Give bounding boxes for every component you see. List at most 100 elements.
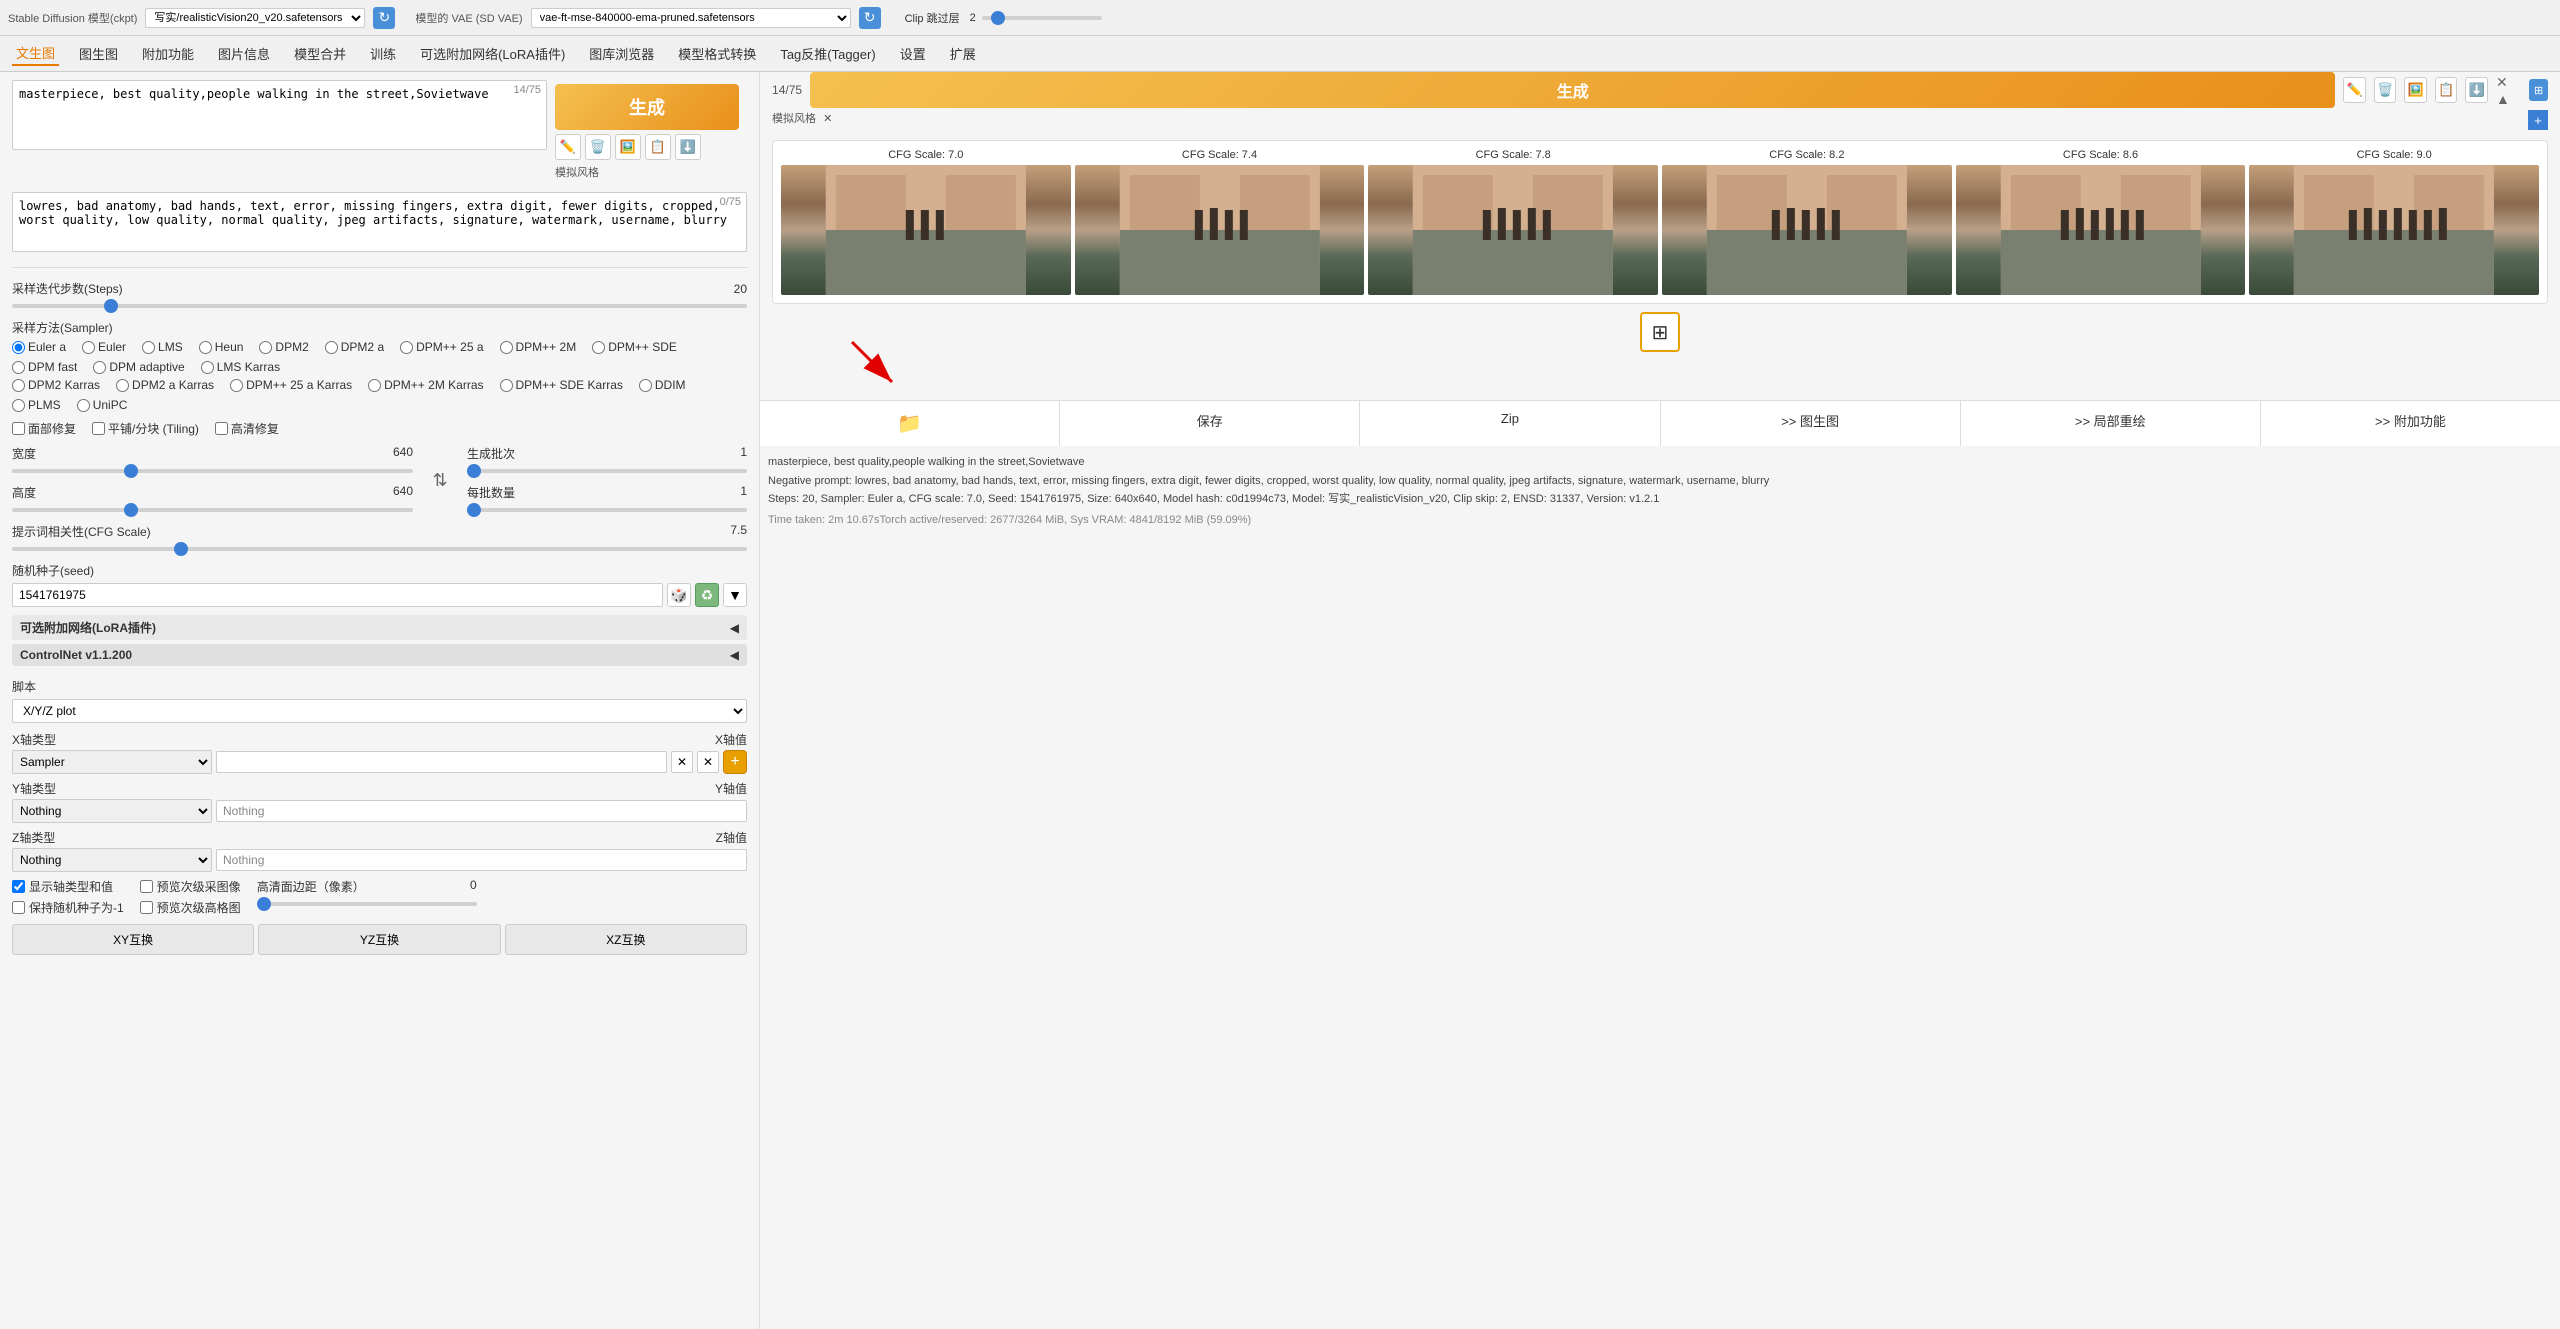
seed-extra-btn[interactable]: ♻ (695, 583, 719, 607)
sampler-dpm2m[interactable]: DPM++ 2M (500, 340, 577, 354)
cfg-image-4[interactable] (1662, 165, 1952, 295)
expand-btn[interactable]: ⊞ (2529, 79, 2548, 101)
seed-dropdown-btn[interactable]: ▼ (723, 583, 747, 607)
sampler-dpm2a[interactable]: DPM2 a (325, 340, 384, 354)
seed-random-btn[interactable]: 🎲 (667, 583, 691, 607)
tab-img2img[interactable]: 图生图 (75, 42, 122, 65)
x-down-btn[interactable]: ✕ (697, 751, 719, 773)
sd-model-select[interactable]: 写实/realisticVision20_v20.safetensors [c0… (145, 8, 365, 28)
lora-header[interactable]: 可选附加网络(LoRA插件) ◀ (12, 615, 747, 640)
cfg-slider[interactable] (12, 547, 747, 551)
sampler-ddim[interactable]: DDIM (639, 378, 686, 392)
right-pencil-btn[interactable]: ✏️ (2343, 77, 2366, 103)
copy-btn[interactable]: 📋 (645, 134, 671, 160)
thumbnail-icon[interactable]: ⊞ (1640, 312, 1680, 352)
tiling-check[interactable]: 平铺/分块 (Tiling) (92, 420, 199, 437)
style-add-btn[interactable]: + (2528, 110, 2548, 130)
tab-extras[interactable]: 附加功能 (138, 42, 198, 65)
trash-btn[interactable]: 🗑️ (585, 134, 611, 160)
sampler-dpmsdekarras[interactable]: DPM++ SDE Karras (500, 378, 623, 392)
sampler-dpm2mkarras[interactable]: DPM++ 2M Karras (368, 378, 483, 392)
pencil-btn[interactable]: ✏️ (555, 134, 581, 160)
batch-count-slider[interactable] (467, 469, 747, 473)
right-download-btn[interactable]: ⬇️ (2465, 77, 2488, 103)
tab-convert[interactable]: 模型格式转换 (674, 42, 760, 65)
sampler-dpmadaptive[interactable]: DPM adaptive (93, 360, 184, 374)
folder-btn[interactable]: 📁 (760, 401, 1060, 446)
save-btn[interactable]: 保存 (1060, 401, 1360, 446)
sampler-unipc[interactable]: UniPC (77, 398, 128, 412)
upscale-btn[interactable]: >> 图生图 (1661, 401, 1961, 446)
preview-vae-check[interactable]: 预览次级采图像 (140, 878, 241, 895)
wh-switch-icon[interactable]: ⇅ (425, 445, 455, 515)
width-slider[interactable] (12, 469, 413, 473)
x-add-btn[interactable]: + (723, 750, 747, 774)
style-close[interactable]: ✕ (823, 113, 832, 125)
sampler-euler[interactable]: Euler (82, 340, 126, 354)
sampler-dpm2[interactable]: DPM2 (259, 340, 308, 354)
sampler-dpm2karras[interactable]: DPM2 Karras (12, 378, 100, 392)
cfg-image-1[interactable] (781, 165, 1071, 295)
sampler-plms[interactable]: PLMS (12, 398, 61, 412)
right-trash-btn[interactable]: 🗑️ (2374, 77, 2397, 103)
sampler-heun[interactable]: Heun (199, 340, 244, 354)
tab-extensions[interactable]: 扩展 (946, 42, 980, 65)
sampler-lms[interactable]: LMS (142, 340, 183, 354)
tab-browse[interactable]: 图库浏览器 (585, 42, 658, 65)
tab-merge[interactable]: 模型合并 (290, 42, 350, 65)
cfg-image-5[interactable] (1956, 165, 2246, 295)
sampler-dpm25akarras[interactable]: DPM++ 25 a Karras (230, 378, 352, 392)
xy-exchange-btn[interactable]: XY互换 (12, 924, 254, 955)
controlnet-header[interactable]: ControlNet v1.1.200 ◀ (12, 644, 747, 666)
xz-exchange-btn[interactable]: XZ互换 (505, 924, 747, 955)
tab-tagger[interactable]: Tag反推(Tagger) (776, 42, 879, 65)
sampler-dpmsde[interactable]: DPM++ SDE (592, 340, 677, 354)
hires-border-slider[interactable] (257, 902, 477, 906)
vae-select[interactable]: vae-ft-mse-840000-ema-pruned.safetensors (531, 8, 851, 28)
seed-input[interactable]: 1541761975 (12, 583, 663, 607)
clip-slider[interactable] (982, 16, 1102, 20)
positive-prompt[interactable]: masterpiece, best quality,people walking… (12, 80, 547, 150)
close-icon[interactable]: ✕ ▲ (2496, 74, 2521, 107)
tab-imginfo[interactable]: 图片信息 (214, 42, 274, 65)
tab-txt2img[interactable]: 文生图 (12, 41, 59, 66)
preview-vae2-check[interactable]: 预览次级高格图 (140, 899, 241, 916)
sampler-lmskarras[interactable]: LMS Karras (201, 360, 280, 374)
generate-button[interactable]: 生成 (555, 84, 739, 130)
image-btn[interactable]: 🖼️ (615, 134, 641, 160)
sd-model-refresh-btn[interactable]: ↻ (373, 7, 395, 29)
show-axis-check[interactable]: 显示轴类型和值 (12, 878, 124, 895)
vae-refresh-btn[interactable]: ↻ (859, 7, 881, 29)
script-select[interactable]: X/Y/Z plot (12, 699, 747, 723)
z-axis-select[interactable]: Nothing (12, 848, 212, 872)
right-copy-btn[interactable]: 📋 (2435, 77, 2458, 103)
sampler-dpm25a[interactable]: DPM++ 25 a (400, 340, 483, 354)
keep-seed-check[interactable]: 保持随机种子为-1 (12, 899, 124, 916)
steps-slider[interactable] (12, 304, 747, 308)
cfg-image-6[interactable] (2249, 165, 2539, 295)
yz-exchange-btn[interactable]: YZ互换 (258, 924, 500, 955)
sampler-dpm2akarras[interactable]: DPM2 a Karras (116, 378, 214, 392)
batch-size-slider[interactable] (467, 508, 747, 512)
x-value-input[interactable] (216, 751, 667, 773)
tab-lora[interactable]: 可选附加网络(LoRA插件) (416, 42, 569, 65)
cfg-image-3[interactable] (1368, 165, 1658, 295)
right-image-btn[interactable]: 🖼️ (2404, 77, 2427, 103)
extras-btn[interactable]: >> 附加功能 (2261, 401, 2560, 446)
height-slider[interactable] (12, 508, 413, 512)
cfg-image-2[interactable] (1075, 165, 1365, 295)
tab-train[interactable]: 训练 (366, 42, 400, 65)
face-restore-check[interactable]: 面部修复 (12, 420, 76, 437)
hires-check[interactable]: 高清修复 (215, 420, 279, 437)
x-axis-select[interactable]: Sampler (12, 750, 212, 774)
zip-btn[interactable]: Zip (1360, 401, 1660, 446)
sampler-euler-a[interactable]: Euler a (12, 340, 66, 354)
y-axis-select[interactable]: Nothing (12, 799, 212, 823)
tab-settings[interactable]: 设置 (896, 42, 930, 65)
x-clear-btn[interactable]: ✕ (671, 751, 693, 773)
inpaint-btn[interactable]: >> 局部重绘 (1961, 401, 2261, 446)
negative-prompt[interactable]: lowres, bad anatomy, bad hands, text, er… (12, 192, 747, 252)
right-generate-btn[interactable]: 生成 (810, 72, 2335, 108)
download-btn[interactable]: ⬇️ (675, 134, 701, 160)
sampler-dpmfast[interactable]: DPM fast (12, 360, 77, 374)
